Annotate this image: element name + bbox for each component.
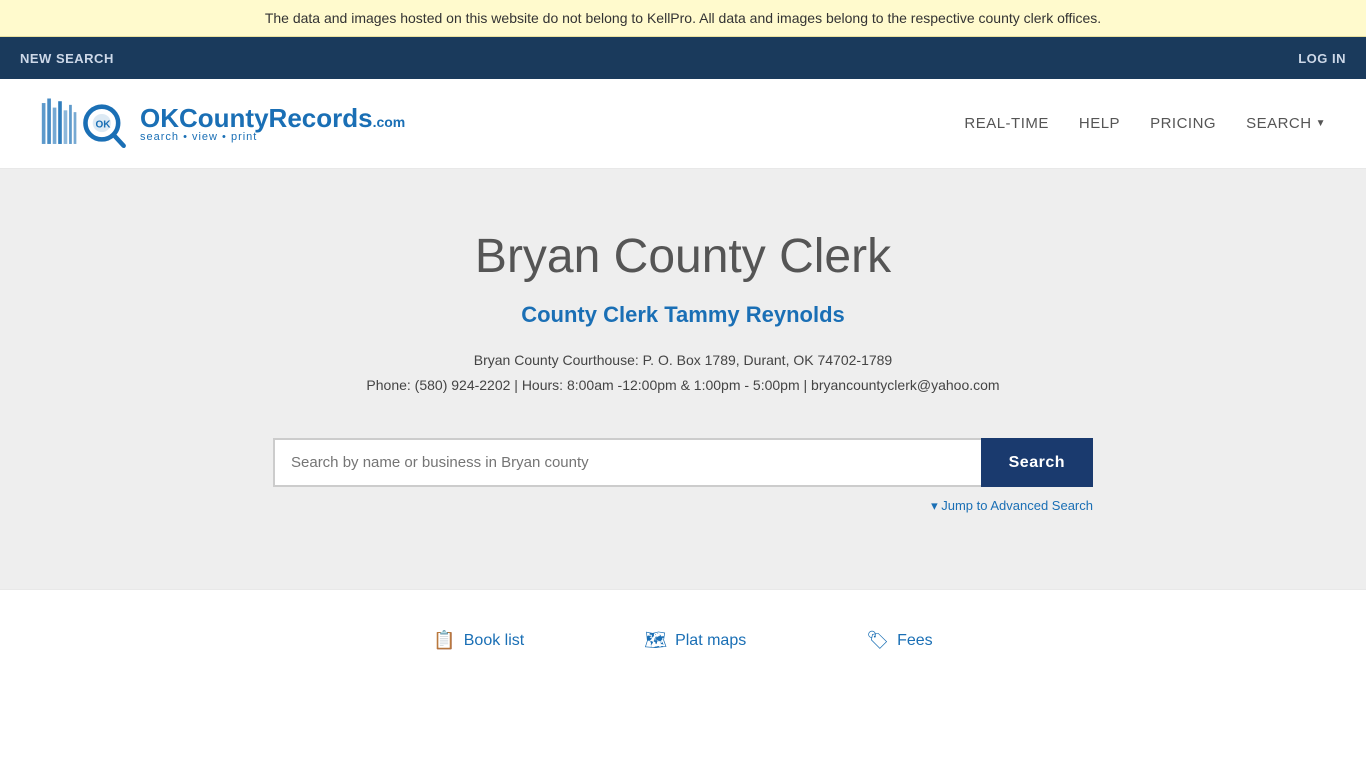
nav-search[interactable]: SEARCH ▼ <box>1246 115 1326 132</box>
notice-text: The data and images hosted on this websi… <box>265 10 1101 26</box>
notice-bar: The data and images hosted on this websi… <box>0 0 1366 37</box>
logo-text: OKCountyRecords.com search • view • prin… <box>140 105 405 143</box>
plat-maps-link[interactable]: 🗺 Plat maps <box>644 630 746 651</box>
clerk-name: County Clerk Tammy Reynolds <box>521 302 845 328</box>
advanced-search-link: ▾ Jump to Advanced Search <box>273 497 1093 515</box>
nav-pricing[interactable]: PRICING <box>1150 115 1216 132</box>
plat-maps-icon: 🗺 <box>644 630 667 651</box>
logo-tagline: search • view • print <box>140 131 405 143</box>
search-area: Search ▾ Jump to Advanced Search <box>273 438 1093 515</box>
search-input[interactable] <box>273 438 981 487</box>
fees-label: Fees <box>897 632 933 650</box>
logo-brand: OKCountyRecords.com <box>140 105 405 131</box>
book-list-link[interactable]: 📋 Book list <box>433 630 524 651</box>
nav-realtime[interactable]: REAL-TIME <box>964 115 1049 132</box>
new-search-link[interactable]: NEW SEARCH <box>20 51 114 66</box>
search-dropdown-arrow: ▼ <box>1316 118 1326 129</box>
brand-com: .com <box>373 114 406 130</box>
site-header: OK OKCountyRecords.com search • view • p… <box>0 79 1366 169</box>
login-link[interactable]: LOG IN <box>1298 51 1346 66</box>
page-title: Bryan County Clerk <box>475 229 891 284</box>
search-box-row: Search <box>273 438 1093 487</box>
nav-help[interactable]: HELP <box>1079 115 1120 132</box>
fees-link[interactable]: 🏷 Fees <box>866 630 932 651</box>
address-line1: Bryan County Courthouse: P. O. Box 1789,… <box>366 348 999 373</box>
footer-links: 📋 Book list 🗺 Plat maps 🏷 Fees <box>0 589 1366 691</box>
advanced-search-anchor[interactable]: ▾ Jump to Advanced Search <box>931 498 1093 513</box>
brand-name: OKCountyRecords <box>140 103 373 133</box>
logo-container: OK OKCountyRecords.com search • view • p… <box>40 91 405 156</box>
logo-graphic: OK <box>40 91 140 156</box>
address-line2: Phone: (580) 924-2202 | Hours: 8:00am -1… <box>366 373 999 398</box>
address-info: Bryan County Courthouse: P. O. Box 1789,… <box>366 348 999 398</box>
main-content: Bryan County Clerk County Clerk Tammy Re… <box>0 169 1366 589</box>
search-button[interactable]: Search <box>981 438 1093 487</box>
top-nav: NEW SEARCH LOG IN <box>0 37 1366 79</box>
plat-maps-label: Plat maps <box>675 632 746 650</box>
svg-text:OK: OK <box>95 120 111 131</box>
main-nav: REAL-TIME HELP PRICING SEARCH ▼ <box>964 115 1326 132</box>
book-list-label: Book list <box>464 632 524 650</box>
book-list-icon: 📋 <box>433 630 455 651</box>
fees-icon: 🏷 <box>866 630 889 651</box>
